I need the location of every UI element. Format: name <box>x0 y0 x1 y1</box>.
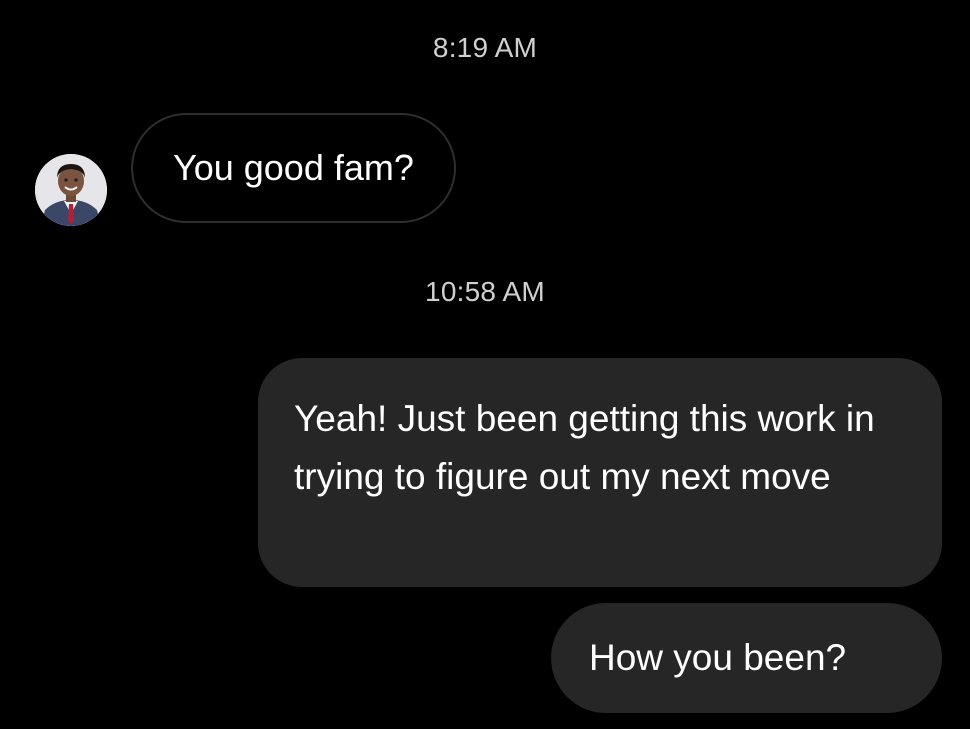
incoming-message-bubble[interactable]: You good fam? <box>131 113 456 223</box>
timestamp: 10:58 AM <box>425 276 545 307</box>
timestamp: 8:19 AM <box>432 32 538 63</box>
outgoing-message-bubble[interactable]: How you been? <box>551 603 942 713</box>
contact-avatar[interactable] <box>35 154 107 226</box>
message-text: You good fam? <box>173 147 414 188</box>
outgoing-message-bubble[interactable]: Yeah! Just been getting this work in try… <box>258 358 942 587</box>
avatar-portrait-icon <box>35 154 107 226</box>
message-text: How you been? <box>589 637 847 678</box>
message-text: Yeah! Just been getting this work in try… <box>294 398 875 497</box>
